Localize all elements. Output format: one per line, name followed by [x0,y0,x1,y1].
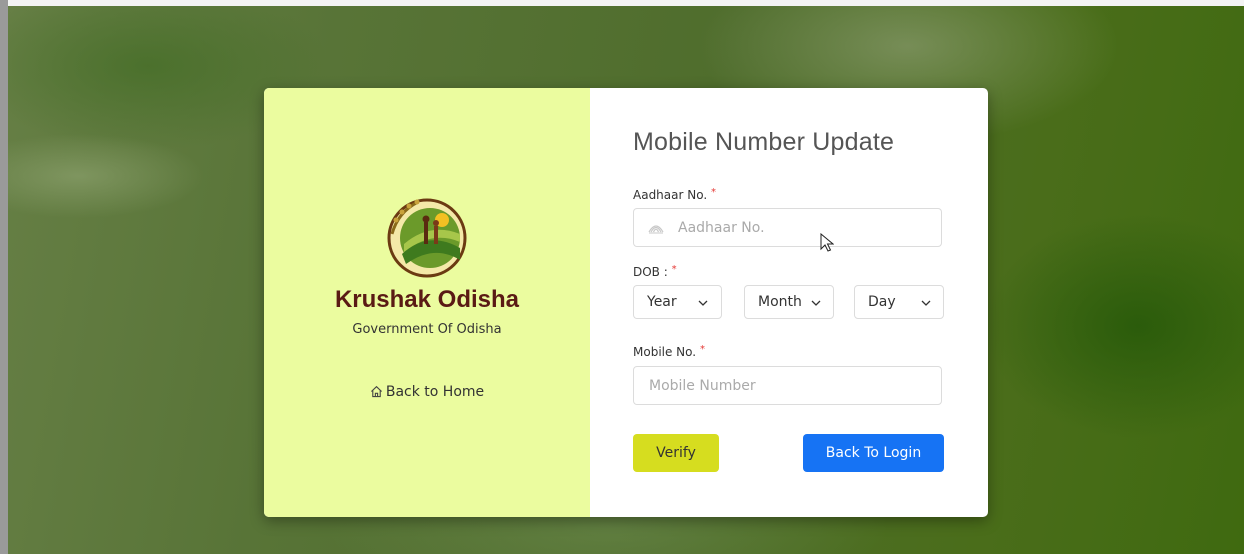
dob-month-select[interactable]: Month [744,285,834,319]
mobile-placeholder: Mobile Number [649,378,756,394]
dob-day-value: Day [868,294,896,310]
dob-label-text: DOB : [633,265,668,279]
mobile-number-input[interactable]: Mobile Number [633,366,942,405]
aadhaar-placeholder: Aadhaar No. [678,220,765,236]
required-mark: * [671,264,677,275]
form-panel: Mobile Number Update Aadhaar No. * Aadha… [590,88,988,517]
chevron-down-icon [698,300,708,306]
back-to-login-button[interactable]: Back To Login [803,434,944,472]
mobile-label: Mobile No. * [633,344,705,359]
brand-subtitle: Government Of Odisha [352,322,502,337]
dob-day-select[interactable]: Day [854,285,944,319]
krushak-odisha-logo [387,198,467,278]
mobile-update-card: Krushak Odisha Government Of Odisha Back… [264,88,988,517]
chevron-down-icon [921,300,931,306]
mobile-label-text: Mobile No. [633,345,697,359]
required-mark: * [711,187,716,198]
back-to-home-label: Back to Home [385,384,485,400]
aadhaar-label: Aadhaar No. * [633,187,716,202]
brand-name: Krushak Odisha [334,286,520,313]
dob-month-value: Month [758,294,802,310]
dob-year-value: Year [647,294,677,310]
aadhaar-label-text: Aadhaar No. [633,188,708,202]
aadhaar-input[interactable]: Aadhaar No. [633,208,942,247]
required-mark: * [699,344,705,355]
mouse-cursor-icon [820,233,834,252]
home-icon [370,385,382,398]
verify-button[interactable]: Verify [633,434,719,472]
dob-label: DOB : * [633,264,677,279]
left-scroll-edge [0,0,8,554]
chevron-down-icon [811,300,821,306]
form-title: Mobile Number Update [633,128,895,156]
brand-panel: Krushak Odisha Government Of Odisha Back… [264,88,590,517]
aadhaar-icon [648,225,664,234]
dob-year-select[interactable]: Year [633,285,722,319]
back-to-home-link[interactable]: Back to Home [264,384,590,400]
